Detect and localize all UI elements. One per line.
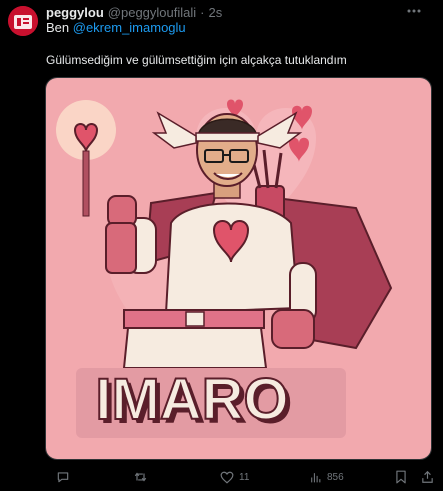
user-handle[interactable]: @peggyloufilali	[108, 5, 196, 20]
share-button[interactable]	[421, 468, 434, 486]
comment-icon	[57, 472, 69, 483]
tweet-body: Gülümsediğim ve gülümsettiğim için alçak…	[46, 53, 347, 67]
separator-dot: ·	[200, 4, 205, 20]
views-button[interactable]: 856	[309, 468, 344, 486]
share-icon	[422, 470, 433, 483]
image-title: IMARO	[95, 367, 288, 432]
reply-button[interactable]	[56, 468, 70, 486]
more-options-icon[interactable]	[405, 5, 423, 17]
views-count: 856	[327, 471, 344, 483]
like-count: 11	[239, 471, 250, 483]
like-button[interactable]: 11	[220, 468, 249, 486]
tweet-text-prefix: Ben	[46, 20, 73, 35]
tweet[interactable]: peggylou @peggyloufilali · 2s Ben @ekrem…	[0, 0, 443, 491]
bookmark-button[interactable]	[395, 468, 407, 486]
bookmark-icon	[396, 470, 406, 484]
mention-link[interactable]: @ekrem_imamoglu	[73, 20, 186, 35]
tweet-image[interactable]: IMARO IMARO	[45, 77, 432, 460]
tweet-text-line: Ben @ekrem_imamoglu	[46, 20, 186, 35]
timestamp[interactable]: 2s	[208, 5, 222, 20]
heart-icon	[220, 471, 234, 484]
cupid-superhero-illustration: IMARO IMARO	[46, 78, 431, 459]
avatar[interactable]	[8, 6, 38, 36]
retweet-button[interactable]	[133, 468, 148, 486]
tweet-actions: 11 856	[45, 468, 435, 486]
bar-chart-icon	[311, 472, 321, 482]
avatar-image	[8, 6, 38, 36]
retweet-icon	[134, 472, 147, 482]
tweet-header: peggylou @peggyloufilali · 2s	[46, 4, 222, 20]
display-name[interactable]: peggylou	[46, 5, 104, 20]
